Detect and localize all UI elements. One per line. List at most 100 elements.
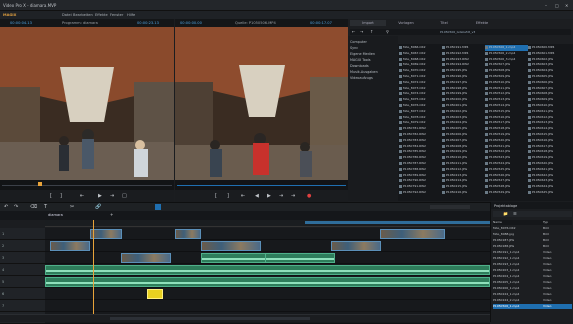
file-item[interactable]: P1050625.JPG <box>528 190 571 196</box>
track-lane[interactable] <box>45 276 490 288</box>
tab-effects[interactable]: Effekte <box>464 20 500 26</box>
project-row[interactable]: MAL_8088.jpg Bild <box>493 232 572 237</box>
zoom-slider[interactable] <box>430 205 470 209</box>
mark-out-icon[interactable]: ] <box>60 193 62 199</box>
video-clip[interactable] <box>121 253 171 263</box>
source-play-icon[interactable]: ▶ <box>267 193 271 199</box>
folder-icon[interactable]: 📁 <box>503 211 508 216</box>
source-mark-out-icon[interactable]: ] <box>227 193 229 199</box>
tree-item-video[interactable]: Videoaufzugs <box>350 76 373 80</box>
track-lane[interactable] <box>45 240 490 252</box>
next-frame-icon[interactable]: ⇥ <box>110 193 114 199</box>
forward-icon[interactable]: → <box>360 29 363 34</box>
range-bar[interactable] <box>305 221 490 224</box>
search-icon[interactable]: ⚲ <box>386 29 389 34</box>
program-scrub-bar[interactable] <box>0 180 174 190</box>
undo-icon[interactable]: ↶ <box>4 204 8 210</box>
menu-file[interactable]: Datei <box>62 13 72 17</box>
minimize-icon[interactable]: – <box>545 3 547 8</box>
video-clip[interactable] <box>201 241 261 251</box>
source-scrub-bar[interactable] <box>175 180 348 190</box>
source-mark-in-icon[interactable]: [ <box>215 193 217 199</box>
column-type[interactable]: Typ <box>543 220 548 224</box>
menu-effects[interactable]: Effekte <box>95 13 108 17</box>
source-monitor[interactable] <box>175 27 348 180</box>
source-end-icon[interactable]: ⇥ <box>291 193 295 199</box>
track-lane[interactable] <box>45 264 490 276</box>
video-clip[interactable] <box>90 229 122 239</box>
mark-in-icon[interactable]: [ <box>50 193 52 199</box>
audio-clip[interactable] <box>45 277 490 287</box>
video-clip[interactable] <box>175 229 201 239</box>
project-row[interactable]: P1050506_1.mp4 Video <box>493 304 572 309</box>
tab-templates[interactable]: Vorlagen <box>388 20 424 26</box>
file-item[interactable]: P1050216.JPG <box>442 190 485 196</box>
video-clip[interactable] <box>331 241 381 251</box>
project-row[interactable]: P1050224_2.mp4 Video <box>493 298 572 303</box>
add-tab-icon[interactable]: + <box>110 212 113 217</box>
timeline-playhead[interactable] <box>93 220 94 314</box>
menu-edit[interactable]: Bearbeiten <box>73 13 93 17</box>
file-item[interactable]: P1050529.JPG <box>485 190 528 196</box>
title-clip[interactable] <box>147 289 163 299</box>
tree-item-computer[interactable]: Computer <box>350 40 367 44</box>
back-icon[interactable]: ← <box>352 29 355 34</box>
program-scrub-handle[interactable] <box>38 182 42 186</box>
project-row[interactable]: P1050187.JPG Bild <box>493 238 572 243</box>
track-header[interactable]: 2 <box>0 240 45 252</box>
track-lane[interactable] <box>45 252 490 264</box>
timeline-ruler[interactable] <box>45 220 490 227</box>
prev-marker-icon[interactable]: ⇤ <box>80 193 84 199</box>
tree-item-music[interactable]: Musik-Ausgaben <box>350 70 378 74</box>
delete-icon[interactable]: ⌫ <box>30 204 37 210</box>
project-row[interactable]: P1050193_1.mp4 Video <box>493 262 572 267</box>
tree-item-downloads[interactable]: Downloads <box>350 64 369 68</box>
horizontal-scrollbar[interactable] <box>110 317 310 320</box>
source-rewind-icon[interactable]: ◀ <box>255 193 259 199</box>
maximize-icon[interactable]: □ <box>555 3 559 8</box>
project-row[interactable]: MAL_8076.CR2 Bild <box>493 226 572 231</box>
tree-item-my-media[interactable]: Eigene Medien <box>350 52 375 56</box>
track-lane[interactable] <box>45 300 490 312</box>
project-row[interactable]: P1050188.JPG Bild <box>493 244 572 249</box>
file-item[interactable]: P1050792.RW2 <box>399 190 442 196</box>
video-clip[interactable] <box>380 229 445 239</box>
track-header[interactable]: 7 <box>0 300 45 312</box>
tree-item-magix-tools[interactable]: MAGIX Tools <box>350 58 371 62</box>
project-row[interactable]: P1050203_1.mp4 Video <box>493 268 572 273</box>
project-row[interactable]: P1050205_1.mp4 Video <box>493 280 572 285</box>
source-next-icon[interactable]: ⇥ <box>279 193 283 199</box>
audio-clip[interactable] <box>265 253 335 263</box>
list-view-icon[interactable]: ☰ <box>513 211 517 216</box>
redo-icon[interactable]: ↷ <box>14 204 18 210</box>
project-row[interactable]: P1050192_1.mp4 Video <box>493 256 572 261</box>
link-icon[interactable]: 🔗 <box>95 204 101 210</box>
cut-icon[interactable]: ✂ <box>70 204 74 210</box>
column-name[interactable]: Name <box>493 220 502 224</box>
track-lane[interactable] <box>45 288 490 300</box>
track-lane[interactable] <box>45 228 490 240</box>
stop-icon[interactable]: □ <box>122 193 127 199</box>
program-monitor[interactable] <box>0 27 174 180</box>
track-header[interactable]: 5 <box>0 276 45 288</box>
tab-project-diamara[interactable]: diamara <box>48 213 63 217</box>
record-icon[interactable]: ● <box>307 193 311 199</box>
project-row[interactable]: P1050191_1.mp4 Video <box>493 250 572 255</box>
menu-help[interactable]: Hilfe <box>127 13 135 17</box>
folder-path[interactable]: P1050506_Gdsbsfdt_v3 <box>440 30 475 34</box>
track-header[interactable]: 4 <box>0 264 45 276</box>
source-prev-icon[interactable]: ⇤ <box>241 193 245 199</box>
project-row[interactable]: P1050224_1.mp4 Video <box>493 292 572 297</box>
tab-import[interactable]: Import <box>350 20 386 26</box>
tab-titles[interactable]: Titel <box>426 20 462 26</box>
audio-clip[interactable] <box>45 265 490 275</box>
mouse-mode-icon[interactable] <box>155 204 161 210</box>
project-row[interactable]: P1050206_1.mp4 Video <box>493 286 572 291</box>
track-header[interactable]: 1 <box>0 228 45 240</box>
video-clip[interactable] <box>50 241 90 251</box>
up-folder-icon[interactable]: ↑ <box>370 29 373 34</box>
track-header[interactable]: 3 <box>0 252 45 264</box>
project-row[interactable]: P1050204_1.mp4 Video <box>493 274 572 279</box>
track-header[interactable]: 6 <box>0 288 45 300</box>
tree-item-sync[interactable]: Sync <box>350 46 358 50</box>
